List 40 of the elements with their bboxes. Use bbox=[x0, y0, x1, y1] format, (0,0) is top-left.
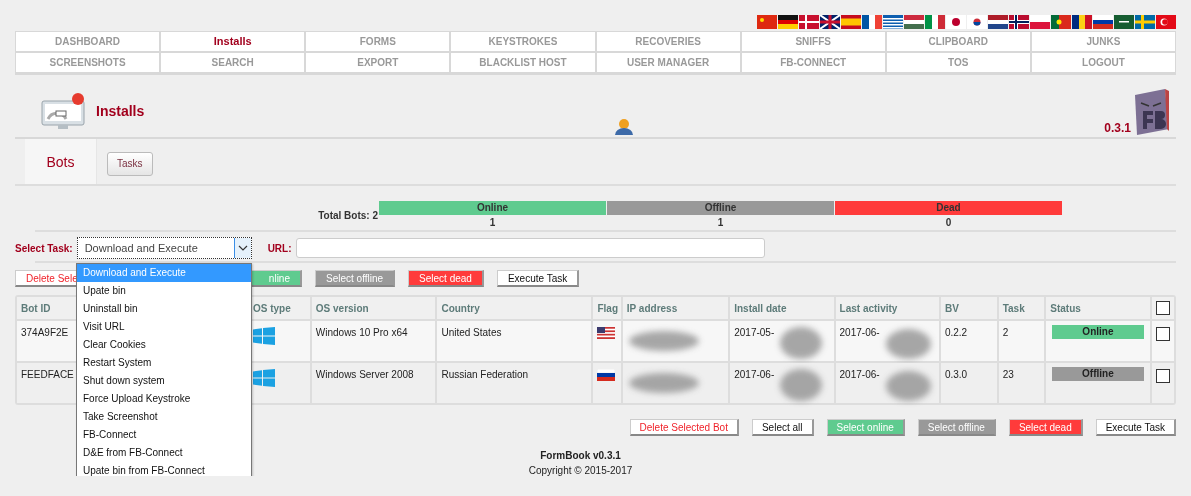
copyright-text: Copyright © 2015-2017 bbox=[528, 465, 633, 476]
status-bar: Dead bbox=[835, 201, 1062, 215]
column-header: Last activity bbox=[839, 302, 898, 314]
status-count: 1 bbox=[717, 217, 724, 228]
column-header: Bot ID bbox=[21, 302, 51, 314]
column-header: Install date bbox=[734, 302, 787, 314]
footer-title: FormBook v0.3.1 bbox=[540, 450, 621, 461]
status-label: Offline bbox=[1052, 367, 1144, 381]
column-header: OS type bbox=[253, 302, 291, 314]
task-count-cell: 2 bbox=[1002, 327, 1009, 338]
country-cell: United States bbox=[441, 327, 502, 338]
task-count-cell: 23 bbox=[1002, 369, 1014, 380]
status-bar: Online bbox=[379, 201, 606, 215]
os-version-cell: Windows Server 2008 bbox=[315, 369, 414, 380]
version-cell: 0.2.2 bbox=[944, 327, 968, 338]
version-label: 0.3.1 bbox=[1104, 121, 1131, 135]
column-header: Status bbox=[1050, 302, 1081, 314]
select-task-label: Select Task: bbox=[15, 242, 73, 254]
bot-id-cell: 374A9F2E bbox=[21, 327, 69, 338]
column-header: BV bbox=[944, 302, 959, 314]
install-date-cell: 2017-05- bbox=[734, 327, 775, 338]
column-header: Country bbox=[441, 302, 480, 314]
status-label: Online bbox=[1052, 325, 1144, 339]
last-activity-cell: 2017-06- bbox=[839, 327, 880, 338]
status-count: 0 bbox=[945, 217, 952, 228]
country-cell: Russian Federation bbox=[441, 369, 529, 380]
os-version-cell: Windows 10 Pro x64 bbox=[315, 327, 408, 338]
install-date-cell: 2017-06- bbox=[734, 369, 775, 380]
column-header: OS version bbox=[315, 302, 369, 314]
last-activity-cell: 2017-06- bbox=[839, 369, 880, 380]
column-header: Task bbox=[1002, 302, 1025, 314]
status-count: 1 bbox=[489, 217, 496, 228]
total-bots-label: Total Bots: 2 bbox=[317, 209, 378, 221]
page-title: Installs bbox=[96, 103, 145, 119]
column-header: IP address bbox=[626, 302, 678, 314]
bot-id-cell: FEEDFACE bbox=[21, 369, 74, 380]
version-cell: 0.3.0 bbox=[944, 369, 968, 380]
status-bar: Offline bbox=[607, 201, 834, 215]
url-label: URL: bbox=[267, 242, 292, 254]
column-header: Flag bbox=[597, 302, 618, 314]
